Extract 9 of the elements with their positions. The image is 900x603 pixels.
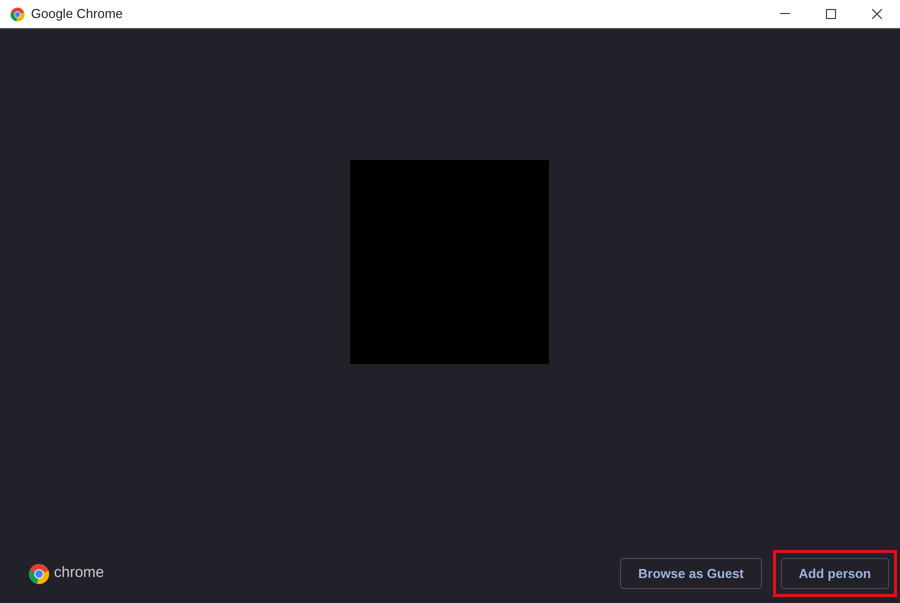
window-title: Google Chrome	[31, 5, 123, 24]
chrome-logo-icon	[10, 6, 25, 22]
close-icon	[872, 9, 882, 19]
profile-button[interactable]: Add person	[780, 558, 889, 589]
brand-wordmark: chrome	[54, 563, 104, 584]
chrome-logo-icon	[28, 562, 50, 584]
maximize-icon	[826, 9, 836, 19]
minimize-icon	[780, 13, 790, 15]
profile-button[interactable]: Browse as Guest	[620, 558, 762, 589]
